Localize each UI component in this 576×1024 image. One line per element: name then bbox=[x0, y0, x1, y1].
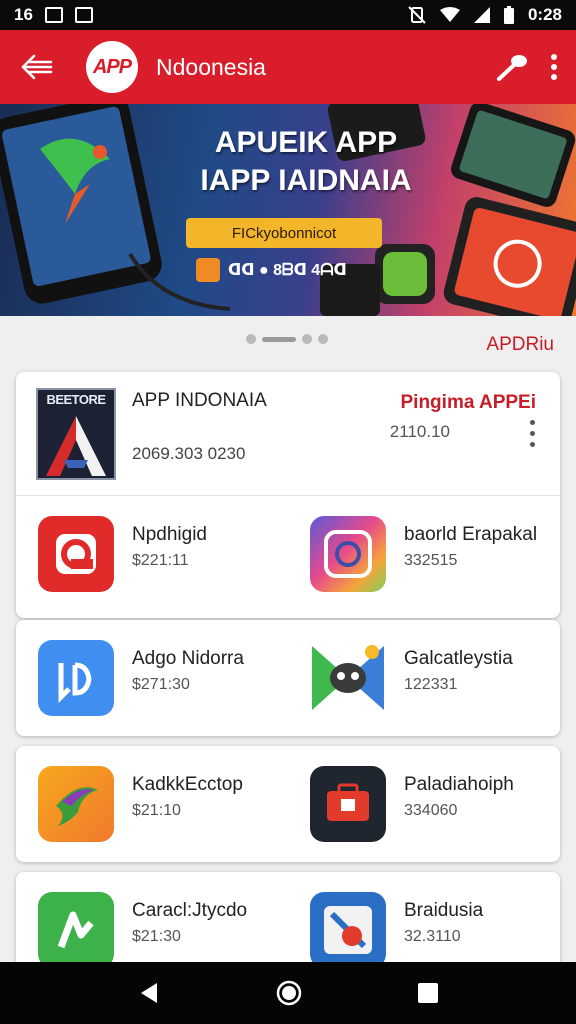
app-name: KadkkEcctop bbox=[132, 774, 243, 795]
more-options-icon[interactable] bbox=[526, 420, 538, 447]
app-price: 332515 bbox=[404, 552, 458, 569]
app-icon-pin bbox=[310, 892, 386, 968]
app-bar-actions bbox=[494, 52, 576, 82]
carousel-dot[interactable] bbox=[246, 334, 256, 344]
app-price: $221:11 bbox=[132, 552, 189, 569]
app-icon-camera bbox=[38, 516, 114, 592]
featured-icon-brand: BEETORE bbox=[46, 392, 106, 407]
app-tile[interactable]: Galcatleystia 122331 bbox=[288, 620, 560, 738]
featured-app-subtitle: 2069.303 0230 bbox=[132, 444, 246, 463]
app-tile[interactable]: Paladiahoiph 334060 bbox=[288, 746, 560, 864]
app-price: $271:30 bbox=[132, 676, 190, 693]
section-link[interactable]: APDRiu bbox=[486, 334, 554, 356]
app-icon-robot bbox=[310, 640, 386, 716]
app-row: KadkkEcctop $21:10 Paladiahoiph 334060 bbox=[16, 746, 560, 864]
featured-count: 2110.10 bbox=[389, 422, 450, 441]
app-price: $21:10 bbox=[132, 802, 181, 819]
app-price: 122331 bbox=[404, 676, 458, 693]
app-row: Npdhigid $221:11 baorld Erapakal 332515 bbox=[16, 496, 560, 614]
featured-badge[interactable]: Pingima APPEi bbox=[401, 392, 537, 414]
app-price: $21:30 bbox=[132, 928, 181, 945]
status-left-text: 16 bbox=[14, 5, 33, 24]
nav-recents-icon[interactable] bbox=[417, 982, 439, 1004]
app-tile[interactable]: Adgo Nidorra $271:30 bbox=[16, 620, 288, 738]
hero-title: APUEIK APP IAPP IAIDNAIA bbox=[200, 126, 412, 197]
app-icon-bird bbox=[38, 766, 114, 842]
status-bar: 16 0:28 bbox=[0, 0, 576, 30]
hero-meta-text: ᗡᗡ ● 8ᗷᗡ 4ᗩᗡ bbox=[228, 262, 347, 279]
app-name: baorld Erapakal bbox=[404, 524, 538, 545]
hero-banner[interactable]: APUEIK APP IAPP IAIDNAIA FICkyobonnicot … bbox=[0, 104, 576, 316]
app-icon-chat bbox=[38, 640, 114, 716]
letter-a-icon bbox=[46, 416, 106, 476]
app-card: KadkkEcctop $21:10 Paladiahoiph 334060 bbox=[16, 746, 560, 862]
featured-card[interactable]: BEETORE APP INDONAIA 2069.303 0230 Pingi… bbox=[16, 372, 560, 618]
gallery-notification-icon bbox=[44, 7, 63, 23]
app-icon-instagram bbox=[310, 516, 386, 592]
more-vert-icon[interactable] bbox=[550, 53, 558, 81]
app-tile[interactable]: Npdhigid $221:11 bbox=[16, 496, 288, 614]
app-logo: APP bbox=[86, 41, 138, 93]
app-row: Adgo Nidorra $271:30 Galcatleystia 12233… bbox=[16, 620, 560, 738]
hero-mini-icon bbox=[196, 258, 220, 282]
app-icon-briefcase bbox=[310, 766, 386, 842]
nav-home-icon[interactable] bbox=[276, 980, 302, 1006]
app-name: Npdhigid bbox=[132, 524, 207, 545]
app-name: Paladiahoiph bbox=[404, 774, 514, 795]
status-right: 0:28 bbox=[408, 5, 562, 25]
hero-cta-button[interactable]: FICkyobonnicot bbox=[186, 218, 382, 248]
featured-app-icon: BEETORE bbox=[36, 388, 116, 480]
app-price: 334060 bbox=[404, 802, 458, 819]
nav-back-icon[interactable] bbox=[137, 981, 161, 1005]
carousel-dot-active[interactable] bbox=[262, 336, 296, 342]
status-left: 16 bbox=[14, 5, 93, 25]
wifi-icon bbox=[439, 7, 460, 22]
carousel-indicator[interactable] bbox=[246, 334, 328, 344]
app-tile[interactable]: baorld Erapakal 332515 bbox=[288, 496, 560, 614]
featured-app[interactable]: BEETORE APP INDONAIA 2069.303 0230 Pingi… bbox=[16, 372, 560, 496]
carousel-dot[interactable] bbox=[318, 334, 328, 344]
app-name: Galcatleystia bbox=[404, 648, 513, 669]
vibrate-off-icon bbox=[408, 6, 426, 24]
app-icon-letter-n bbox=[38, 892, 114, 968]
app-logo-text: APP bbox=[92, 55, 132, 78]
app-price: 32.3110 bbox=[404, 928, 461, 945]
back-button[interactable] bbox=[12, 42, 62, 92]
app-card: Adgo Nidorra $271:30 Galcatleystia 12233… bbox=[16, 620, 560, 736]
app-tile[interactable]: KadkkEcctop $21:10 bbox=[16, 746, 288, 864]
microphone-icon[interactable] bbox=[494, 52, 530, 82]
status-time: 0:28 bbox=[527, 5, 562, 24]
app-title: Ndoonesia bbox=[156, 53, 266, 80]
app-name: Braidusia bbox=[404, 900, 484, 921]
carousel-dot[interactable] bbox=[302, 334, 312, 344]
app-bar: APP Ndoonesia bbox=[0, 30, 576, 104]
signal-icon bbox=[473, 7, 490, 23]
app-name: Caracl:Jtycdo bbox=[132, 900, 248, 921]
featured-app-name: APP INDONAIA bbox=[132, 390, 267, 411]
image-notification-icon bbox=[74, 7, 93, 23]
hero-meta: ᗡᗡ ● 8ᗷᗡ 4ᗩᗡ bbox=[196, 258, 347, 282]
back-arrow-icon bbox=[21, 54, 53, 80]
app-name: Adgo Nidorra bbox=[132, 648, 244, 669]
battery-icon bbox=[503, 6, 514, 24]
system-nav-bar bbox=[0, 962, 576, 1024]
